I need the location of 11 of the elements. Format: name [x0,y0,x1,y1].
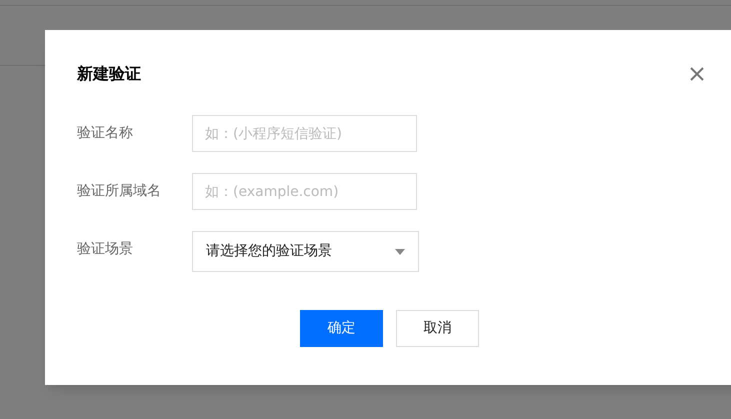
input-field[interactable]: 如：(example.com) [192,173,417,210]
dialog-title: 新建验证 [77,63,141,85]
select-field[interactable]: 请选择您的验证场景 [192,231,419,272]
field-label: 验证所属域名 [77,182,162,201]
close-icon[interactable] [689,66,705,82]
caret-icon [395,248,405,254]
cancel-button[interactable]: 取消 [396,310,479,347]
input-field[interactable]: 如：(小程序短信验证) [192,115,417,152]
field-label: 验证场景 [77,240,134,259]
confirm-button[interactable]: 确定 [300,310,383,347]
field-label: 验证名称 [77,124,134,143]
